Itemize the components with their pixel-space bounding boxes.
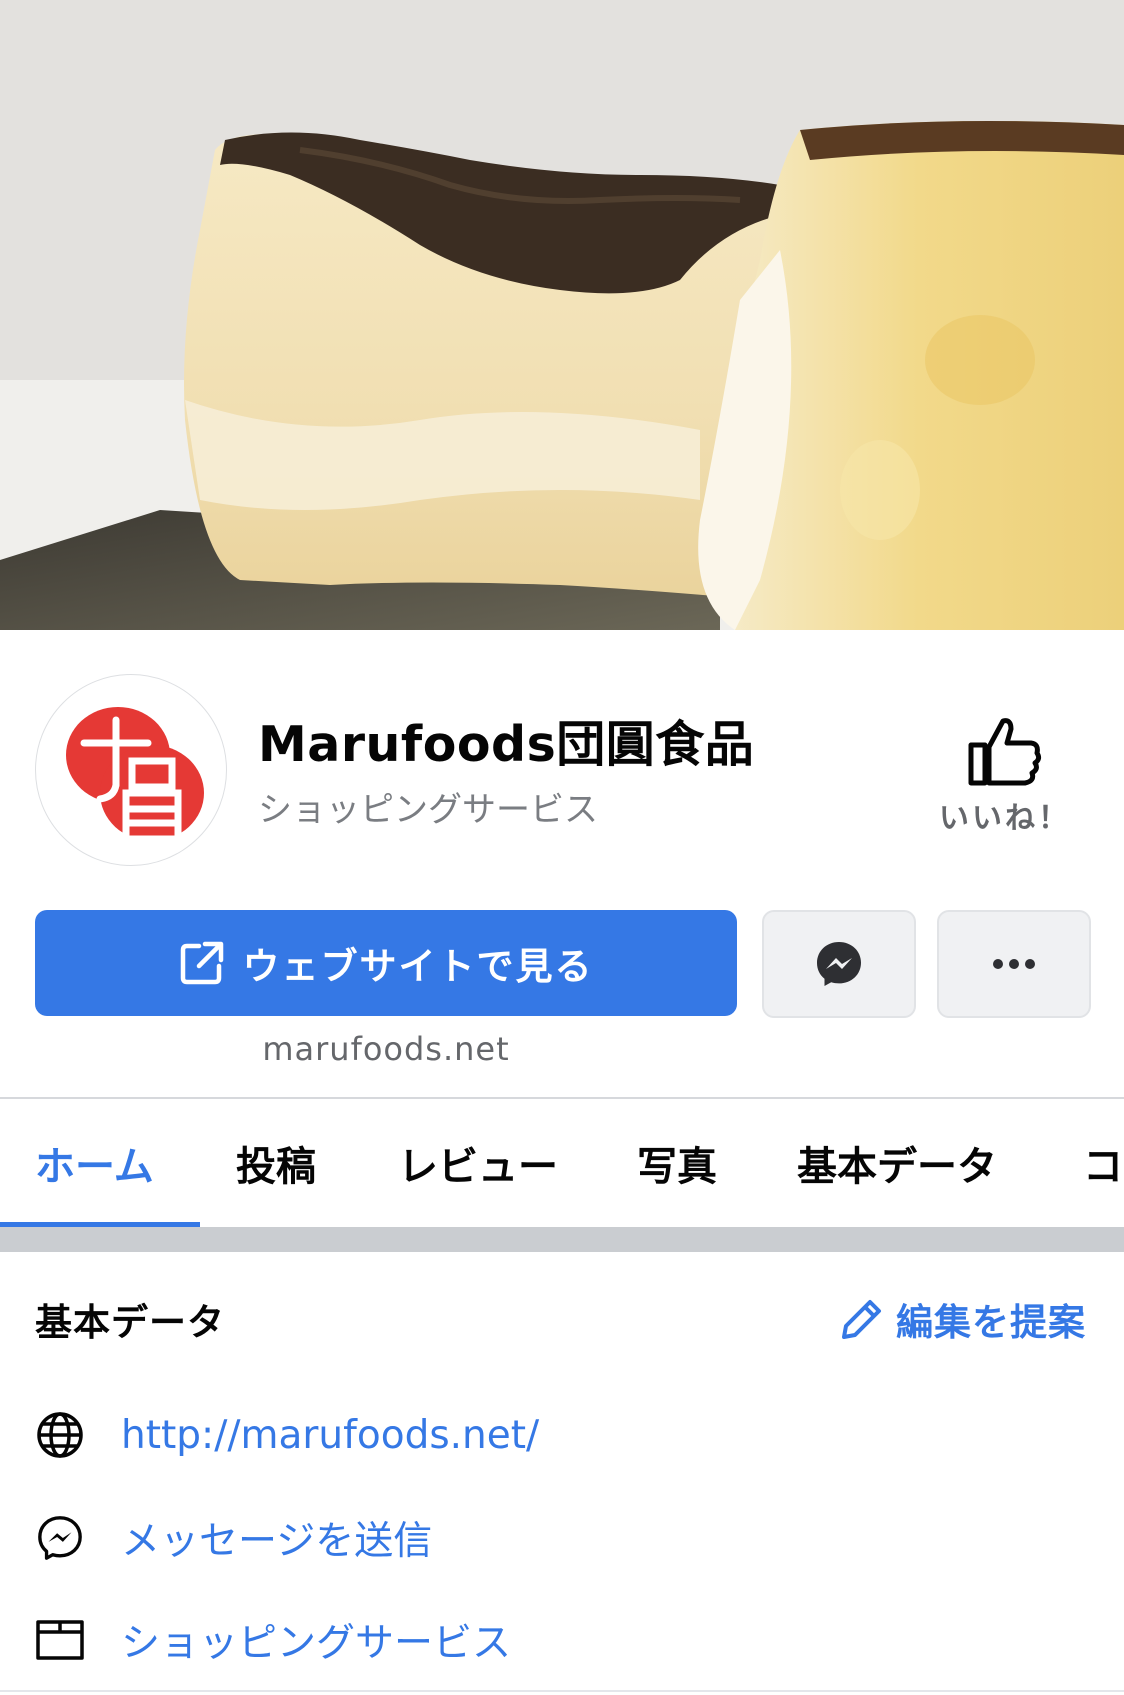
like-button[interactable]: いいね！ — [930, 715, 1080, 855]
website-link[interactable]: http://marufoods.net/ — [121, 1413, 539, 1458]
suggest-edit-label: 編集を提案 — [896, 1301, 1086, 1344]
shop-icon — [35, 1615, 85, 1665]
tab-reviews[interactable]: レビュー — [398, 1099, 558, 1227]
pencil-icon — [842, 1300, 881, 1339]
website-link-row[interactable]: http://marufoods.net/ — [35, 1410, 539, 1460]
page-avatar[interactable] — [35, 674, 227, 866]
messenger-button[interactable] — [762, 910, 916, 1018]
thumbs-up-icon — [968, 718, 1042, 786]
section-separator — [0, 1227, 1124, 1252]
divider — [0, 1690, 1124, 1692]
messenger-icon — [35, 1513, 85, 1563]
tab-about[interactable]: 基本データ — [797, 1099, 997, 1227]
globe-icon — [35, 1410, 85, 1460]
page-category[interactable]: ショッピングサービス — [258, 782, 598, 831]
send-message-row[interactable]: メッセージを送信 — [35, 1510, 432, 1566]
tab-home[interactable]: ホーム — [35, 1099, 154, 1227]
messenger-icon — [817, 942, 861, 986]
page-title: Marufoods団圓食品 — [258, 716, 755, 773]
tab-posts[interactable]: 投稿 — [236, 1099, 316, 1227]
page-tabs: ホーム 投稿 レビュー 写真 基本データ コ — [0, 1099, 1124, 1227]
view-website-button[interactable]: ウェブサイトで見る — [35, 910, 737, 1016]
tab-photos[interactable]: 写真 — [637, 1099, 717, 1227]
send-message-link[interactable]: メッセージを送信 — [121, 1510, 432, 1566]
website-caption: marufoods.net — [262, 1030, 510, 1068]
view-website-label: ウェブサイトで見る — [242, 945, 594, 988]
external-link-icon — [180, 941, 223, 985]
tab-community[interactable]: コ — [1083, 1099, 1123, 1227]
cover-photo — [0, 0, 1124, 630]
suggest-edit-button[interactable]: 編集を提案 — [840, 1292, 1086, 1346]
more-options-button[interactable] — [937, 910, 1091, 1018]
category-row[interactable]: ショッピングサービス — [35, 1612, 511, 1668]
more-dots-icon — [993, 959, 1035, 969]
like-label: いいね！ — [939, 801, 1071, 836]
logo-icon — [66, 707, 204, 857]
about-section-title: 基本データ — [35, 1301, 225, 1344]
category-link[interactable]: ショッピングサービス — [121, 1612, 511, 1668]
